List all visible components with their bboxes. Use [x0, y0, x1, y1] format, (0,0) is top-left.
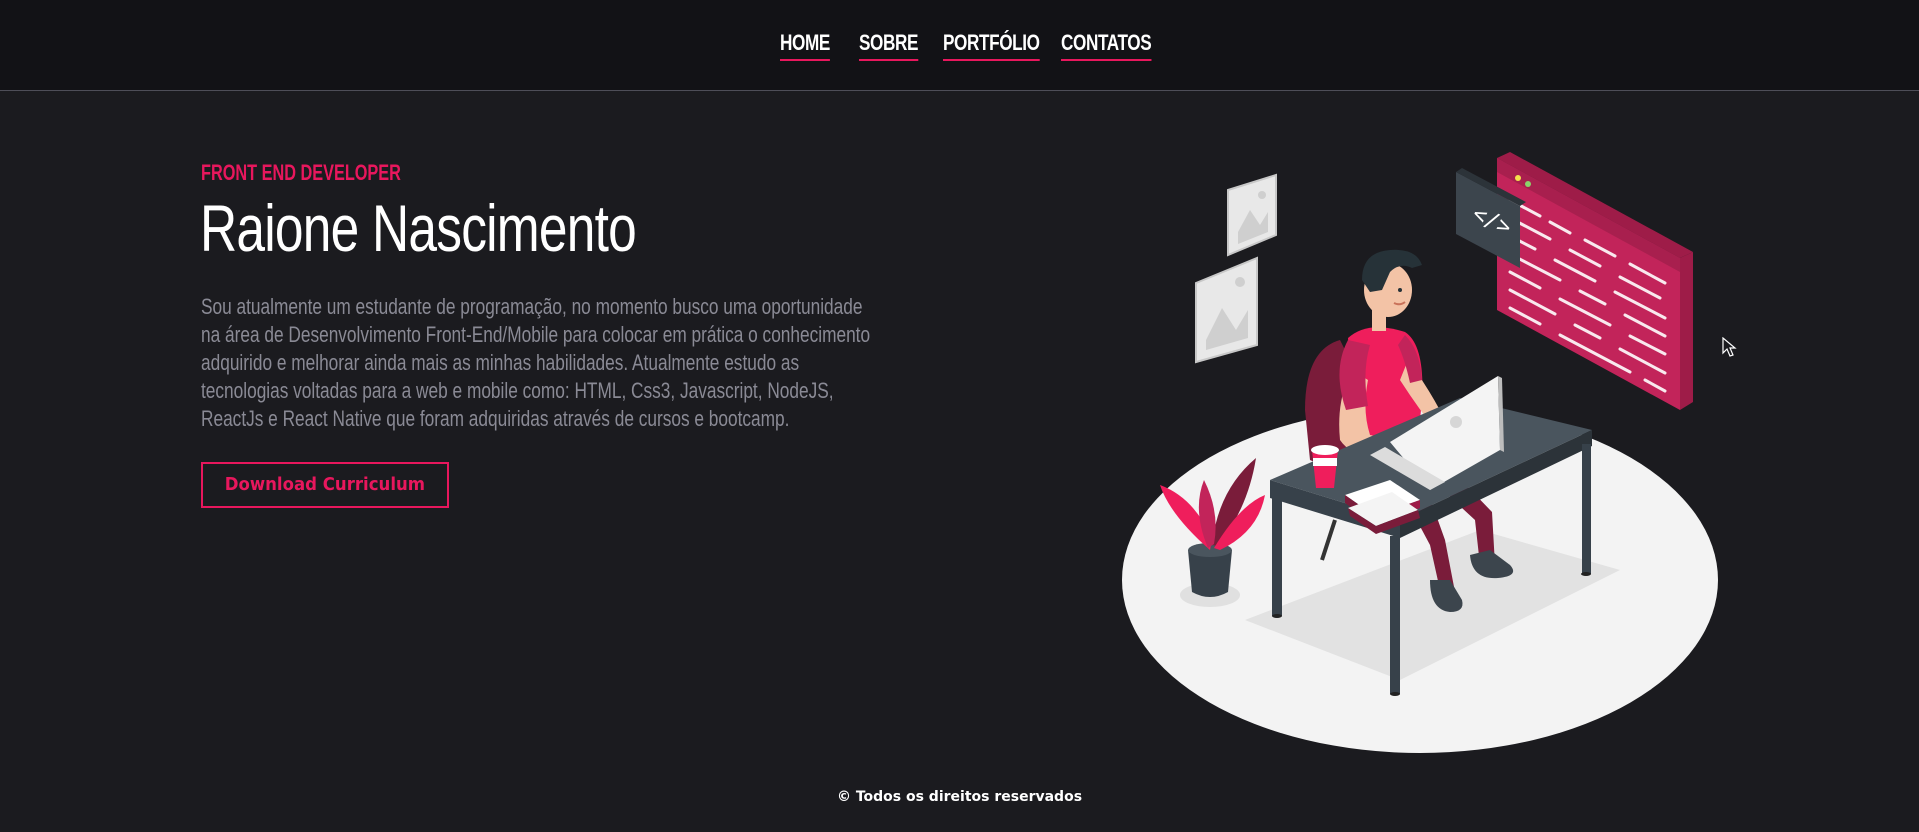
top-navigation: HOME SOBRE PORTFÓLIO CONTATOS: [0, 0, 1919, 91]
picture-frame-icon: [1227, 173, 1277, 257]
person-name: Raione Nascimento: [200, 191, 637, 265]
nav-link-sobre[interactable]: SOBRE: [859, 29, 918, 61]
download-curriculum-label: Download Curriculum: [224, 474, 426, 495]
nav-link-home[interactable]: HOME: [780, 29, 830, 61]
role-title: FRONT END DEVELOPER: [201, 160, 401, 185]
code-window-icon: [1497, 152, 1693, 410]
nav-link-contatos[interactable]: CONTATOS: [1061, 29, 1152, 61]
download-curriculum-button[interactable]: Download Curriculum: [201, 462, 449, 508]
developer-at-desk-illustration: </>: [1122, 152, 1718, 753]
nav-link-portfolio[interactable]: PORTFÓLIO: [943, 29, 1040, 61]
bio-paragraph: Sou atualmente um estudante de programaç…: [201, 294, 871, 431]
mouse-cursor-icon: [1722, 337, 1737, 357]
footer-copyright: © Todos os direitos reservados: [836, 789, 1083, 805]
portfolio-page: HOME SOBRE PORTFÓLIO CONTATOS FRONT END …: [0, 0, 1919, 832]
picture-frame-icon: [1195, 256, 1258, 364]
